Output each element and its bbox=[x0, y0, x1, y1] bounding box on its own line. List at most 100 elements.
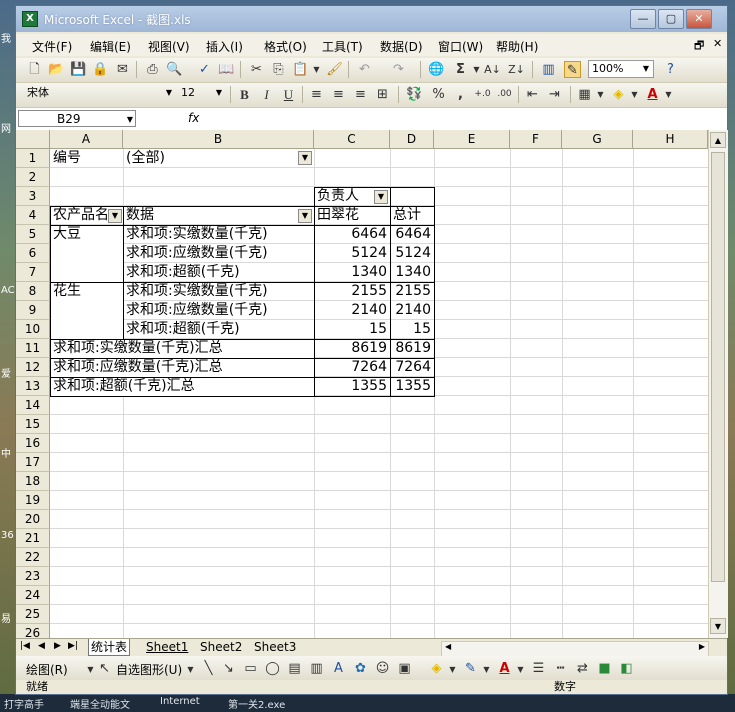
horizontal-scrollbar[interactable]: ◀ ▶ bbox=[441, 641, 709, 657]
row-header[interactable]: 14 bbox=[16, 396, 50, 415]
dash-style-icon[interactable]: ┅ bbox=[552, 660, 569, 677]
diagram-icon[interactable]: ✿ bbox=[352, 660, 369, 677]
row-header[interactable]: 3 bbox=[16, 187, 50, 206]
bold-button[interactable]: B bbox=[236, 86, 253, 103]
autosum-icon[interactable]: Σ bbox=[452, 61, 469, 78]
row-item-soybean[interactable]: 大豆 bbox=[53, 225, 81, 244]
row-header[interactable]: 13 bbox=[16, 377, 50, 396]
column-item-person[interactable]: 田翠花 bbox=[317, 206, 359, 225]
row-header[interactable]: 21 bbox=[16, 529, 50, 548]
menu-tools[interactable]: 工具(T) bbox=[322, 38, 363, 55]
data-field-dropdown-icon[interactable]: ▼ bbox=[298, 209, 312, 223]
insert-function-icon[interactable]: fx bbox=[188, 111, 199, 125]
close-button[interactable]: ✕ bbox=[686, 9, 712, 29]
column-header-a[interactable]: A bbox=[50, 130, 123, 149]
data-row-label[interactable]: 求和项:应缴数量(千克) bbox=[126, 244, 268, 263]
textbox-icon[interactable]: ▤ bbox=[286, 660, 303, 677]
wordart-icon[interactable]: A bbox=[330, 660, 347, 677]
column-header-h[interactable]: H bbox=[633, 130, 708, 149]
data-total[interactable]: 1340 bbox=[390, 263, 431, 282]
row-header[interactable]: 15 bbox=[16, 415, 50, 434]
column-header-c[interactable]: C bbox=[314, 130, 390, 149]
underline-button[interactable]: U bbox=[280, 86, 297, 103]
rectangle-icon[interactable]: ▭ bbox=[242, 660, 259, 677]
menu-edit[interactable]: 编辑(E) bbox=[90, 38, 131, 55]
chevron-down-icon[interactable]: ▼ bbox=[182, 661, 199, 678]
column-header-f[interactable]: F bbox=[510, 130, 562, 149]
font-name-combo[interactable]: 宋体 ▼ bbox=[24, 85, 176, 103]
currency-icon[interactable]: 💱 bbox=[406, 86, 423, 103]
total-grand[interactable]: 8619 bbox=[390, 339, 431, 358]
taskbar-item[interactable]: 端星全动能文 bbox=[70, 696, 130, 711]
menu-format[interactable]: 格式(O) bbox=[264, 38, 307, 55]
row-header[interactable]: 16 bbox=[16, 434, 50, 453]
data-value[interactable]: 15 bbox=[314, 320, 387, 339]
row-header[interactable]: 19 bbox=[16, 491, 50, 510]
row-field-dropdown-icon[interactable]: ▼ bbox=[108, 209, 122, 223]
desktop-label[interactable]: 易 bbox=[1, 610, 11, 625]
research-icon[interactable]: 📖 bbox=[218, 61, 235, 78]
row-item-peanut[interactable]: 花生 bbox=[53, 282, 81, 301]
new-icon[interactable]: 🗋 bbox=[26, 61, 43, 78]
hyperlink-icon[interactable]: 🌐 bbox=[428, 61, 445, 78]
data-total[interactable]: 5124 bbox=[390, 244, 431, 263]
help-icon[interactable]: ? bbox=[662, 61, 679, 78]
oval-icon[interactable]: ◯ bbox=[264, 660, 281, 677]
total-value[interactable]: 7264 bbox=[314, 358, 387, 377]
comma-button[interactable]: , bbox=[452, 86, 469, 103]
doc-close-icon[interactable]: ✕ bbox=[713, 37, 722, 50]
paste-icon[interactable]: 📋 bbox=[292, 61, 309, 78]
cut-icon[interactable]: ✂ bbox=[248, 61, 265, 78]
data-value[interactable]: 2140 bbox=[314, 301, 387, 320]
permission-icon[interactable]: 🔒 bbox=[92, 61, 109, 78]
row-header[interactable]: 18 bbox=[16, 472, 50, 491]
data-row-label[interactable]: 求和项:超额(千克) bbox=[126, 320, 240, 339]
format-painter-icon[interactable]: 🖌 bbox=[326, 61, 343, 78]
decrease-decimal-icon[interactable]: .00 bbox=[496, 86, 513, 103]
scroll-down-icon[interactable]: ▼ bbox=[710, 618, 726, 634]
sheet-tab-sheet2[interactable]: Sheet2 bbox=[198, 639, 244, 655]
taskbar-item[interactable]: Internet bbox=[160, 696, 200, 707]
desktop-label[interactable]: 中 bbox=[1, 445, 11, 460]
picture-icon[interactable]: ▣ bbox=[396, 660, 413, 677]
prev-sheet-icon[interactable]: ◀ bbox=[38, 641, 45, 651]
fill-color-dropdown-icon[interactable]: ▼ bbox=[626, 86, 643, 103]
total-grand[interactable]: 7264 bbox=[390, 358, 431, 377]
row-header[interactable]: 8 bbox=[16, 282, 50, 301]
desktop-label[interactable]: 网 bbox=[1, 120, 11, 135]
scroll-thumb[interactable] bbox=[711, 152, 725, 582]
first-sheet-icon[interactable]: |◀ bbox=[20, 641, 30, 651]
font-color-icon[interactable]: A bbox=[496, 660, 513, 677]
row-header[interactable]: 17 bbox=[16, 453, 50, 472]
page-field-value[interactable]: (全部) bbox=[126, 149, 165, 168]
menu-file[interactable]: 文件(F) bbox=[32, 38, 72, 55]
chevron-down-icon[interactable]: ▼ bbox=[478, 661, 495, 678]
font-color-dropdown-icon[interactable]: ▼ bbox=[660, 86, 677, 103]
fill-color-icon[interactable]: ◈ bbox=[610, 86, 627, 103]
row-header[interactable]: 5 bbox=[16, 225, 50, 244]
shadow-style-icon[interactable]: ■ bbox=[596, 660, 613, 677]
data-total[interactable]: 6464 bbox=[390, 225, 431, 244]
sheet-tab-sheet1[interactable]: Sheet1 bbox=[144, 639, 190, 655]
scroll-right-icon[interactable]: ▶ bbox=[699, 642, 705, 651]
row-header[interactable]: 1 bbox=[16, 149, 50, 168]
row-header[interactable]: 2 bbox=[16, 168, 50, 187]
total-row-label[interactable]: 求和项:实缴数量(千克)汇总 bbox=[53, 339, 223, 358]
row-header[interactable]: 6 bbox=[16, 244, 50, 263]
data-total[interactable]: 2155 bbox=[390, 282, 431, 301]
sheet-tab-stats[interactable]: 统计表 bbox=[88, 639, 131, 656]
autosum-dropdown-icon[interactable]: ▼ bbox=[468, 61, 485, 78]
total-row-label[interactable]: 求和项:应缴数量(千克)汇总 bbox=[53, 358, 223, 377]
column-header-e[interactable]: E bbox=[434, 130, 510, 149]
select-all-corner[interactable] bbox=[16, 130, 50, 149]
open-icon[interactable]: 📂 bbox=[48, 61, 65, 78]
total-value[interactable]: 8619 bbox=[314, 339, 387, 358]
borders-icon[interactable]: ▦ bbox=[576, 86, 593, 103]
row-header[interactable]: 7 bbox=[16, 263, 50, 282]
borders-dropdown-icon[interactable]: ▼ bbox=[592, 86, 609, 103]
merge-center-icon[interactable]: ⊞ bbox=[374, 86, 391, 103]
menu-view[interactable]: 视图(V) bbox=[148, 38, 190, 55]
paste-dropdown-icon[interactable]: ▼ bbox=[308, 61, 325, 78]
undo-icon[interactable]: ↶ bbox=[356, 61, 373, 78]
percent-button[interactable]: % bbox=[430, 86, 447, 103]
